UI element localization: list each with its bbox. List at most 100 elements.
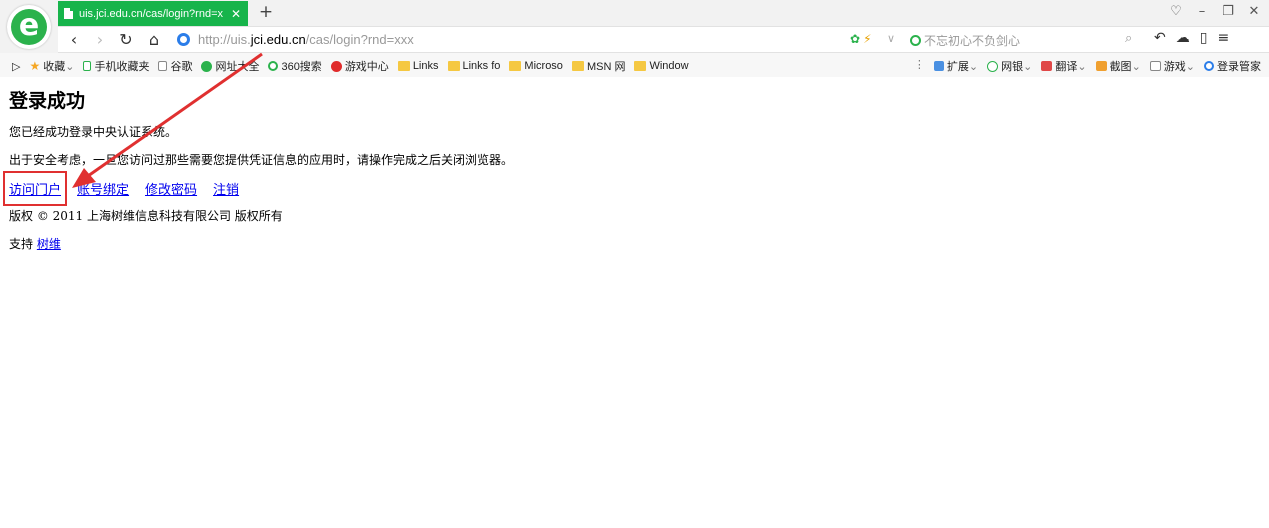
tab-title: uis.jci.edu.cn/cas/login?rnd=x [79, 7, 223, 20]
bookmark-label: 360搜索 [281, 61, 322, 73]
bookmark-folder-windows[interactable]: Window [634, 58, 689, 74]
bookmark-label: 收藏 [43, 61, 66, 73]
logout-link[interactable]: 注销 [213, 183, 239, 198]
mobile-icon[interactable]: ▯ [1200, 30, 1208, 46]
tab-strip: uis.jci.edu.cn/cas/login?rnd=x ✕ + ♡ – ❐… [58, 0, 1269, 26]
bookmark-folder-links-fo[interactable]: Links fo [447, 58, 501, 74]
bookmarks-right-tools: ⋮ 扩展 ⌄ 网银 ⌄ 翻译 ⌄ 截图 ⌄ 游戏 ⌄ 登录管家 [914, 58, 1261, 74]
folder-icon [571, 61, 584, 71]
bookmarks-bar: ▷ ★ 收藏 ⌄ 手机收藏夹 谷歌 网址大全 360搜索 游戏中心 Links Li… [0, 53, 1269, 77]
restore-icon[interactable]: ❐ [1221, 4, 1235, 19]
games-icon [1149, 61, 1161, 71]
bookmark-favorites[interactable]: ★ 收藏 ⌄ [29, 58, 74, 74]
speed-mode-icon[interactable]: ⚡ [863, 32, 871, 46]
undo-icon[interactable]: ↶ [1154, 30, 1166, 46]
login-manager-icon [1204, 61, 1214, 71]
url-path: /cas/login?rnd=xxx [305, 32, 414, 47]
reload-icon[interactable]: ↻ [116, 30, 136, 50]
home-icon[interactable]: ⌂ [144, 30, 164, 50]
security-notice: 出于安全考虑，一旦您访问过那些需要您提供凭证信息的应用时，请操作完成之后关闭浏览… [9, 153, 514, 167]
tool-label: 登录管家 [1217, 61, 1261, 73]
search-engine-icon [910, 35, 921, 46]
close-window-icon[interactable]: ✕ [1247, 4, 1261, 19]
bookmark-label: 谷歌 [170, 61, 193, 73]
cloud-icon[interactable]: ☁ [1176, 30, 1190, 46]
search-icon[interactable]: ⌕ [1125, 31, 1132, 46]
sidebar-toggle-icon[interactable]: ▷ [12, 58, 20, 74]
tool-screenshot[interactable]: 截图 ⌄ [1095, 58, 1141, 74]
navigation-bar: ‹ › ↻ ⌂ http://uis.jci.edu.cn/cas/login?… [58, 26, 1269, 53]
tool-label: 网银 [1001, 61, 1024, 73]
search-placeholder: 不忘初心不负剑心 [924, 34, 1021, 48]
bookmark-label: Links [412, 60, 439, 72]
globe-icon [201, 60, 213, 72]
tool-label: 截图 [1109, 61, 1132, 73]
url-domain: jci.edu.cn [250, 32, 306, 47]
more-dots-icon[interactable]: ⋮ [914, 58, 925, 74]
address-bar[interactable]: http://uis.jci.edu.cn/cas/login?rnd=xxx [198, 32, 414, 47]
site-info-icon[interactable] [177, 33, 190, 46]
bookmark-label: Links fo [462, 60, 501, 72]
tool-bank[interactable]: 网银 ⌄ [987, 58, 1032, 74]
bookmark-directory[interactable]: 网址大全 [201, 58, 259, 74]
tool-translate[interactable]: 翻译 ⌄ [1041, 58, 1087, 74]
new-tab-icon[interactable]: + [256, 3, 276, 23]
copyright-text: 版权 © 2011 上海树维信息科技有限公司 版权所有 [9, 209, 283, 223]
browser-e-logo: e [11, 9, 47, 45]
star-icon: ★ [29, 59, 41, 73]
bookmark-label: 网址大全 [215, 61, 260, 73]
toolbar-right: ↶ ☁ ▯ ≡ [1154, 30, 1229, 46]
url-prefix: http://uis. [198, 32, 251, 47]
bookmark-folder-links[interactable]: Links [397, 58, 439, 74]
bookmark-label: Microso [524, 60, 563, 72]
bookmark-folder-microsoft[interactable]: Microso [509, 58, 563, 74]
tool-label: 翻译 [1055, 61, 1078, 73]
back-icon[interactable]: ‹ [64, 30, 84, 50]
360-icon [268, 61, 279, 71]
forward-icon[interactable]: › [90, 30, 110, 50]
tool-login-manager[interactable]: 登录管家 [1204, 58, 1261, 74]
menu-icon[interactable]: ≡ [1217, 30, 1229, 46]
tool-label: 扩展 [946, 61, 969, 73]
bookmarks-left: ▷ ★ 收藏 ⌄ 手机收藏夹 谷歌 网址大全 360搜索 游戏中心 Links Li… [12, 58, 689, 74]
change-password-link[interactable]: 修改密码 [145, 183, 197, 198]
search-box[interactable]: 不忘初心不负剑心 [910, 32, 1140, 49]
annotation-highlight-box [3, 171, 67, 206]
bookmark-360-search[interactable]: 360搜索 [268, 58, 322, 74]
skin-icon[interactable]: ♡ [1169, 4, 1183, 19]
window-controls: ♡ – ❐ ✕ [1169, 4, 1261, 19]
browser-logo-icon[interactable]: e [7, 5, 51, 49]
support-link[interactable]: 树维 [37, 237, 61, 251]
page-icon [158, 61, 168, 71]
bookmark-google[interactable]: 谷歌 [158, 58, 192, 74]
extension-icon [933, 61, 944, 71]
bookmark-mobile[interactable]: 手机收藏夹 [83, 58, 149, 74]
tool-games[interactable]: 游戏 ⌄ [1149, 58, 1195, 74]
game-icon [330, 60, 342, 72]
folder-icon [397, 61, 410, 71]
dropdown-chevron-icon[interactable]: ∨ [887, 32, 895, 45]
folder-icon [509, 61, 522, 71]
bookmark-game-center[interactable]: 游戏中心 [330, 58, 389, 74]
bookmark-label: Window [649, 60, 689, 72]
security-icons[interactable]: ✿ ⚡ [850, 32, 872, 46]
close-tab-icon[interactable]: ✕ [230, 7, 242, 21]
bank-icon [987, 60, 999, 72]
account-bind-link[interactable]: 账号绑定 [77, 183, 129, 198]
page-content: 登录成功 您已经成功登录中央认证系统。 出于安全考虑，一旦您访问过那些需要您提供… [0, 78, 1269, 528]
page-icon [64, 8, 73, 19]
folder-icon [634, 61, 647, 71]
bookmark-label: 手机收藏夹 [94, 61, 150, 73]
support-label: 支持 [9, 237, 34, 251]
phone-icon [83, 61, 92, 71]
active-tab[interactable]: uis.jci.edu.cn/cas/login?rnd=x ✕ [58, 1, 248, 26]
bookmark-label: 游戏中心 [344, 61, 389, 73]
tool-extensions[interactable]: 扩展 ⌄ [933, 58, 978, 74]
page-title: 登录成功 [9, 90, 86, 112]
success-message: 您已经成功登录中央认证系统。 [9, 125, 178, 139]
translate-icon [1041, 61, 1053, 71]
minimize-icon[interactable]: – [1195, 4, 1209, 19]
folder-icon [447, 61, 460, 71]
bookmark-folder-msn[interactable]: MSN 网 [571, 58, 625, 74]
screenshot-icon [1095, 61, 1107, 71]
